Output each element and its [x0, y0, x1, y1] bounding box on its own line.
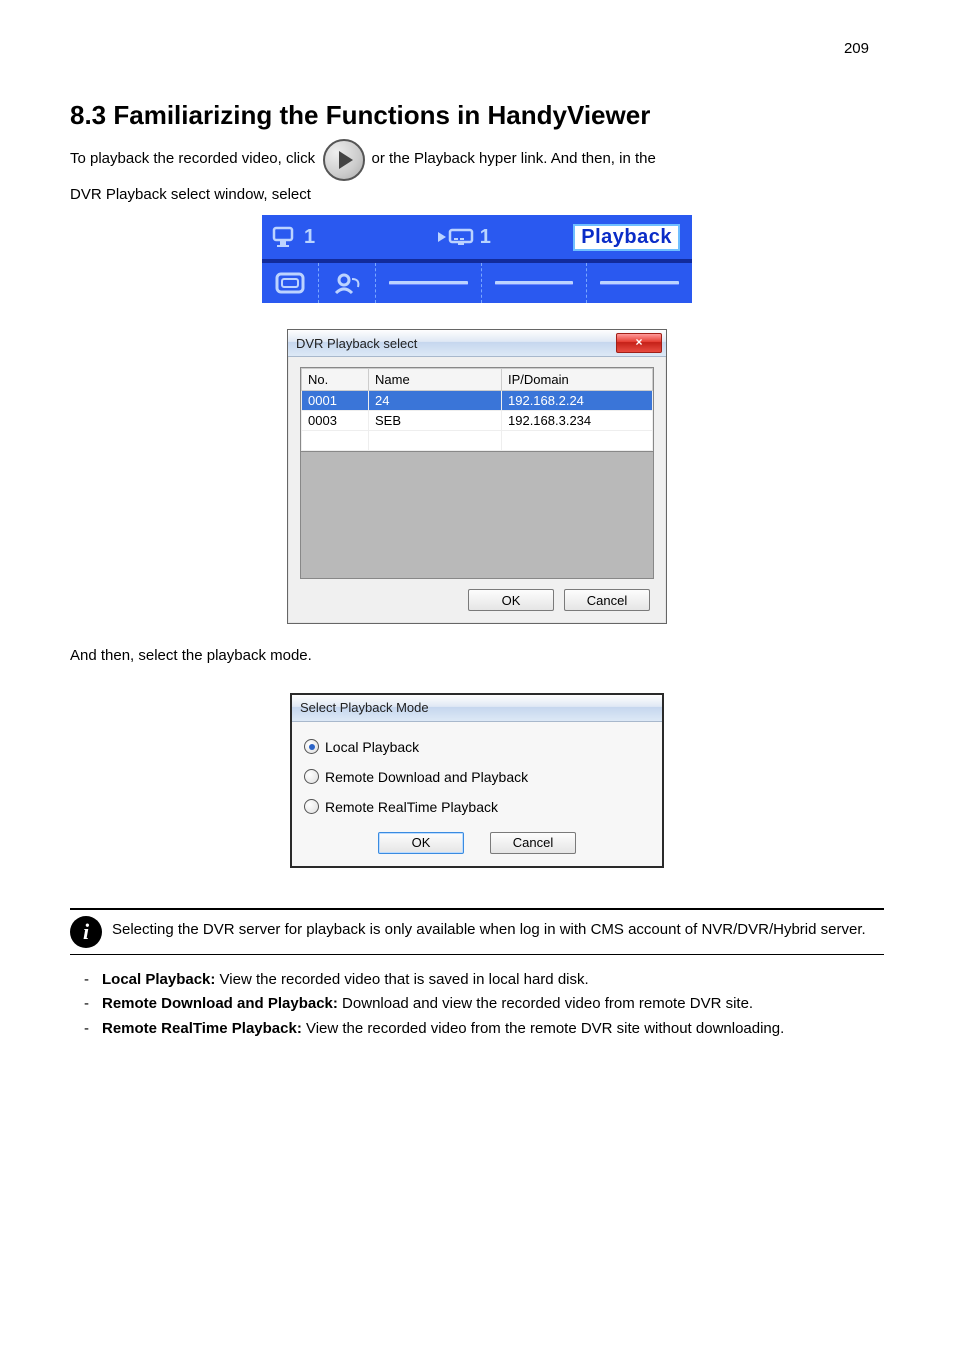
- toolbar-strip: 1 1 Playback: [262, 215, 692, 303]
- grid-empty-area: [301, 451, 653, 578]
- cell-no: 0001: [302, 391, 369, 411]
- mode-dialog-titlebar: Select Playback Mode: [292, 695, 662, 722]
- cell-ip: 192.168.2.24: [502, 391, 653, 411]
- intro-text-1: To playback the recorded video, click: [70, 150, 315, 167]
- note-text: Selecting the DVR server for playback is…: [112, 920, 866, 940]
- section-title: 8.3 Familiarizing the Functions in Handy…: [70, 100, 884, 131]
- cell-empty: [502, 431, 653, 451]
- cell-empty: [302, 431, 369, 451]
- dual-monitor-icon: [436, 226, 476, 248]
- radio-label: Local Playback: [325, 739, 419, 755]
- radio-label: Remote RealTime Playback: [325, 799, 498, 815]
- cell-no: 0003: [302, 411, 369, 431]
- slot-1: [389, 281, 468, 285]
- toolbar-strip-bottom: [262, 259, 692, 303]
- dvr-playback-dialog: DVR Playback select × No. Name IP/Domain: [287, 329, 667, 624]
- strip-seg2-label: 1: [480, 226, 491, 249]
- note-block: i Selecting the DVR server for playback …: [70, 916, 884, 948]
- mode-dialog: Select Playback Mode Local Playback Remo…: [290, 693, 664, 868]
- bullet-bold: Local Playback:: [102, 971, 215, 988]
- divider: [70, 908, 884, 910]
- ok-button[interactable]: OK: [378, 832, 464, 854]
- dvr-grid: No. Name IP/Domain 0001 24 192.168.2.24 …: [300, 367, 654, 579]
- radio-icon: [304, 769, 319, 784]
- cell-name: SEB: [369, 411, 502, 431]
- col-name[interactable]: Name: [369, 369, 502, 391]
- bullet-bold: Remote Download and Playback:: [102, 995, 338, 1012]
- cancel-button[interactable]: Cancel: [490, 832, 576, 854]
- play-triangle-icon: [339, 151, 353, 169]
- radio-remote-realtime[interactable]: Remote RealTime Playback: [304, 792, 650, 822]
- between-text: And then, select the playback mode.: [70, 646, 884, 666]
- list-item: Local Playback: View the recorded video …: [84, 969, 884, 992]
- slot-2: [495, 281, 574, 285]
- radio-remote-download[interactable]: Remote Download and Playback: [304, 762, 650, 792]
- dvr-dialog-title: DVR Playback select: [296, 336, 616, 351]
- list-item: Remote RealTime Playback: View the recor…: [84, 1018, 884, 1041]
- radio-label: Remote Download and Playback: [325, 769, 528, 785]
- intro-text-2: or the Playback hyper link. And then, in…: [371, 150, 655, 167]
- divider: [70, 954, 884, 955]
- toolbar-strip-top: 1 1 Playback: [262, 215, 692, 259]
- intro-line-3: DVR Playback select window, select: [70, 185, 884, 205]
- mode-dialog-title: Select Playback Mode: [300, 700, 658, 715]
- slot-3: [600, 281, 679, 285]
- col-ip[interactable]: IP/Domain: [502, 369, 653, 391]
- strip-seg1-label: 1: [304, 226, 315, 249]
- radio-dot-icon: [309, 744, 315, 750]
- bullet-rest: View the recorded video from the remote …: [302, 1020, 784, 1037]
- bullet-rest: View the recorded video that is saved in…: [215, 971, 588, 988]
- table-row[interactable]: [302, 431, 653, 451]
- dvr-dialog-titlebar: DVR Playback select ×: [288, 330, 666, 357]
- cell-empty: [369, 431, 502, 451]
- monitor-icon: [272, 226, 300, 248]
- screen-icon: [275, 271, 305, 295]
- bullet-rest: Download and view the recorded video fro…: [338, 995, 753, 1012]
- cancel-button[interactable]: Cancel: [564, 589, 650, 611]
- person-icon: [332, 271, 362, 295]
- bullet-list: Local Playback: View the recorded video …: [84, 969, 884, 1041]
- table-row[interactable]: 0001 24 192.168.2.24: [302, 391, 653, 411]
- close-button[interactable]: ×: [616, 333, 662, 353]
- table-row[interactable]: 0003 SEB 192.168.3.234: [302, 411, 653, 431]
- radio-local-playback[interactable]: Local Playback: [304, 732, 650, 762]
- info-icon: i: [70, 916, 102, 948]
- playback-icon: [323, 139, 363, 179]
- cell-name: 24: [369, 391, 502, 411]
- playback-link[interactable]: Playback: [573, 224, 680, 251]
- intro-line: To playback the recorded video, click or…: [70, 139, 884, 179]
- radio-icon: [304, 799, 319, 814]
- col-no[interactable]: No.: [302, 369, 369, 391]
- play-circle-icon: [323, 139, 365, 181]
- bullet-bold: Remote RealTime Playback:: [102, 1020, 302, 1037]
- page-number: 209: [844, 40, 869, 57]
- cell-ip: 192.168.3.234: [502, 411, 653, 431]
- list-item: Remote Download and Playback: Download a…: [84, 993, 884, 1016]
- ok-button[interactable]: OK: [468, 589, 554, 611]
- radio-icon: [304, 739, 319, 754]
